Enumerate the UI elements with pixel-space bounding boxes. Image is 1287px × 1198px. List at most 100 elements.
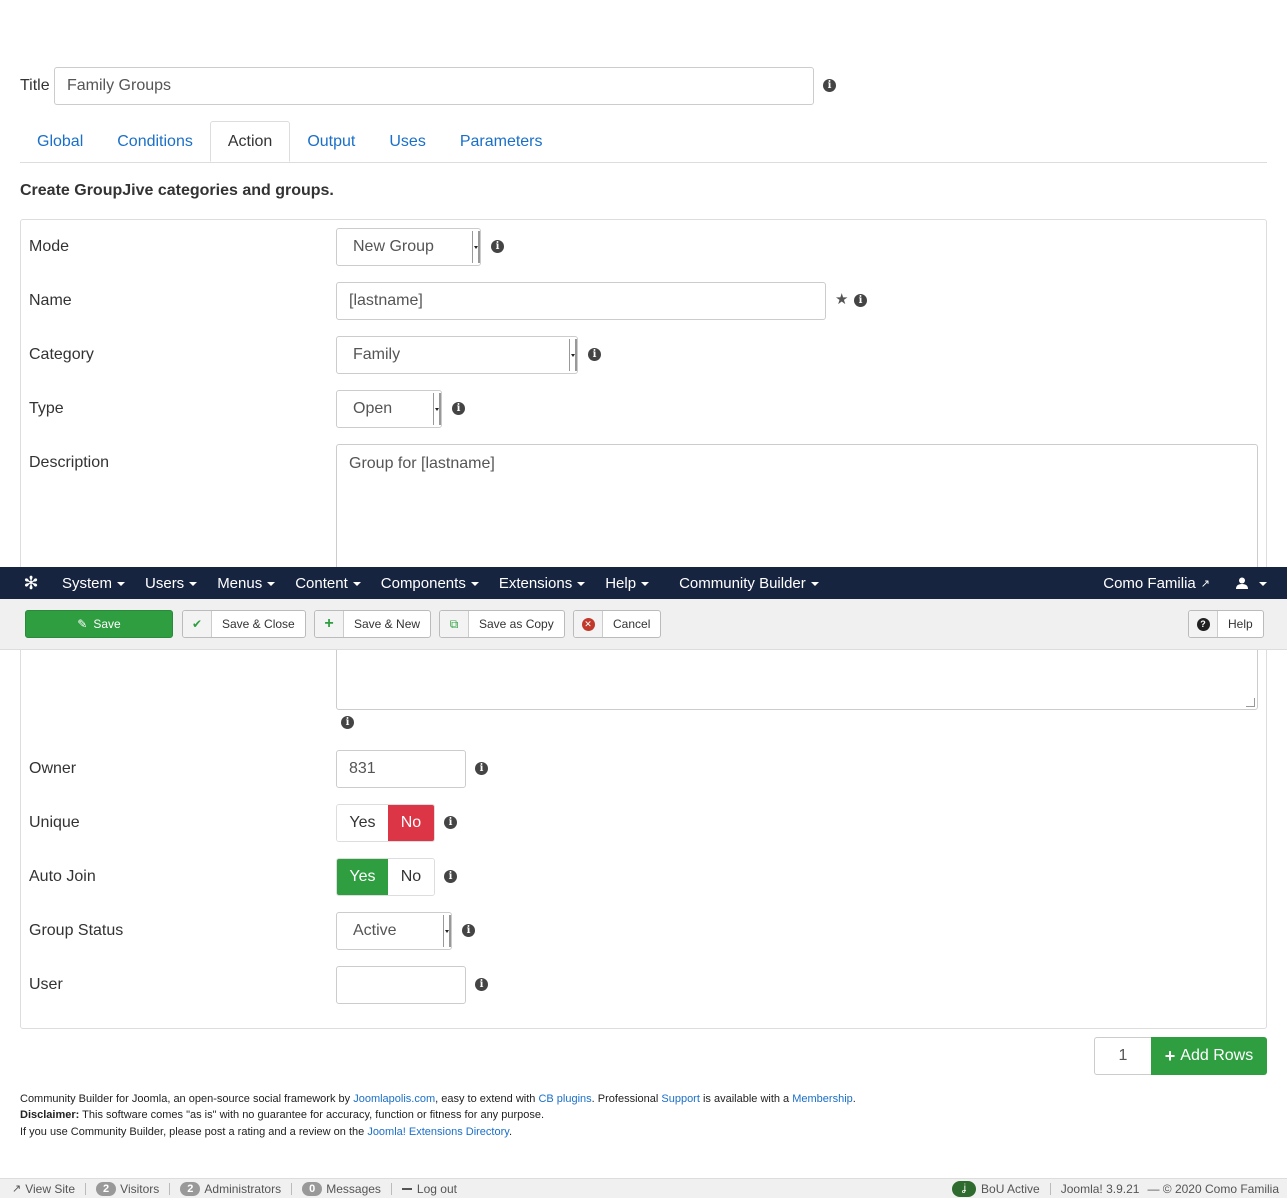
footer-text: .	[852, 1093, 856, 1105]
bou-status[interactable]: BoU Active	[981, 1182, 1040, 1196]
chevron-down-icon	[189, 582, 198, 586]
visitors-badge: 2	[96, 1181, 117, 1196]
category-select[interactable]: Family	[336, 336, 578, 374]
footer-text: If you use Community Builder, please pos…	[20, 1126, 368, 1138]
menu-community-builder[interactable]: Community Builder	[679, 575, 819, 592]
menu-components[interactable]: Components	[381, 575, 479, 592]
menu-system[interactable]: System	[62, 574, 126, 592]
tab-parameters[interactable]: Parameters	[443, 121, 560, 162]
section-heading: Create GroupJive categories and groups.	[20, 182, 334, 199]
resize-handle-icon[interactable]	[1246, 698, 1255, 707]
divider	[85, 1182, 87, 1195]
auto-join-toggle: Yes No	[336, 858, 435, 896]
messages-badge: 0	[302, 1181, 323, 1196]
owner-input[interactable]: 831	[336, 750, 466, 788]
save-new-button[interactable]: + Save & New	[314, 610, 432, 638]
bou-icon: ʝ	[952, 1180, 977, 1197]
auto-join-no-button[interactable]: No	[387, 859, 434, 895]
footer-text: is available with a	[699, 1093, 793, 1105]
title-input[interactable]: Family Groups	[54, 67, 814, 105]
chevron-down-icon	[569, 339, 577, 371]
info-icon[interactable]: i	[475, 978, 488, 991]
menu-extensions[interactable]: Extensions	[499, 575, 586, 592]
add-rows-button[interactable]: + Add Rows	[1151, 1037, 1267, 1075]
logout-link[interactable]: Log out	[417, 1182, 457, 1196]
name-input[interactable]: [lastname]	[336, 282, 826, 320]
footer-credits: Community Builder for Joomla, an open-so…	[20, 1093, 856, 1105]
description-textarea-value: Group for [lastname]	[349, 455, 495, 472]
admins-link[interactable]: Administrators	[204, 1182, 281, 1196]
title-input-value: Family Groups	[67, 77, 172, 94]
info-icon[interactable]: i	[588, 348, 601, 361]
chevron-down-icon	[470, 582, 479, 586]
chevron-down-icon	[443, 915, 451, 947]
star-icon[interactable]: ★	[835, 290, 848, 308]
menu-content[interactable]: Content	[295, 575, 361, 592]
chevron-down-icon	[577, 582, 586, 586]
footer-text: .	[508, 1126, 512, 1138]
unique-yes-button[interactable]: Yes	[337, 805, 388, 841]
chevron-down-icon	[433, 393, 441, 425]
menu-label: System	[62, 574, 113, 592]
check-icon: ✔	[183, 611, 212, 637]
user-input[interactable]	[336, 966, 466, 1004]
visitors-link[interactable]: Visitors	[120, 1182, 159, 1196]
unique-no-button[interactable]: No	[387, 805, 434, 841]
name-label: Name	[29, 292, 72, 309]
tabs-divider	[20, 162, 1267, 163]
external-link-icon: ↗	[1200, 577, 1210, 590]
save-close-button[interactable]: ✔ Save & Close	[182, 610, 306, 638]
tab-conditions[interactable]: Conditions	[100, 121, 210, 162]
menu-label: Community Builder	[679, 574, 806, 592]
support-link[interactable]: Support	[661, 1093, 700, 1105]
auto-join-yes-button[interactable]: Yes	[337, 859, 388, 895]
add-rows-count-input[interactable]: 1	[1094, 1037, 1152, 1075]
cb-plugins-link[interactable]: CB plugins	[538, 1093, 591, 1105]
group-status-select[interactable]: Active	[336, 912, 452, 950]
info-icon[interactable]: i	[341, 716, 354, 729]
info-icon[interactable]: i	[475, 762, 488, 775]
user-icon	[1236, 577, 1248, 589]
group-status-label: Group Status	[29, 922, 124, 939]
tab-output[interactable]: Output	[290, 121, 372, 162]
joomlapolis-link[interactable]: Joomlapolis.com	[353, 1093, 435, 1105]
question-icon: ?	[1189, 611, 1218, 637]
user-menu[interactable]	[1236, 577, 1267, 589]
tab-global[interactable]: Global	[20, 121, 100, 162]
divider	[1049, 1182, 1051, 1195]
tab-action[interactable]: Action	[209, 121, 291, 162]
menu-users[interactable]: Users	[145, 575, 198, 592]
user-label: User	[29, 976, 63, 993]
info-icon[interactable]: i	[444, 816, 457, 829]
membership-link[interactable]: Membership	[792, 1093, 853, 1105]
info-icon[interactable]: i	[444, 870, 457, 883]
info-icon[interactable]: i	[823, 79, 836, 92]
type-select[interactable]: Open	[336, 390, 442, 428]
mode-select[interactable]: New Group	[336, 228, 481, 266]
joomla-version: Joomla! 3.9.21	[1060, 1181, 1140, 1196]
save-button[interactable]: ✎ Save	[25, 610, 173, 638]
view-site-link[interactable]: View Site	[25, 1182, 75, 1196]
mode-label: Mode	[29, 238, 70, 255]
joomla-logo-icon[interactable]: ✻	[0, 573, 62, 594]
main-menu: System Users Menus Content Components Ex…	[62, 575, 819, 592]
jed-link[interactable]: Joomla! Extensions Directory	[367, 1126, 509, 1138]
tab-uses[interactable]: Uses	[372, 121, 442, 162]
cancel-button[interactable]: ✕ Cancel	[573, 610, 662, 638]
menu-help[interactable]: Help	[605, 575, 650, 592]
site-link[interactable]: Como Familia ↗	[1103, 575, 1210, 592]
info-icon[interactable]: i	[491, 240, 504, 253]
info-icon[interactable]: i	[462, 924, 475, 937]
chevron-down-icon	[267, 582, 276, 586]
menu-menus[interactable]: Menus	[217, 575, 276, 592]
info-icon[interactable]: i	[854, 294, 867, 307]
help-button[interactable]: ? Help	[1188, 610, 1264, 638]
cancel-icon: ✕	[574, 611, 603, 637]
category-label: Category	[29, 346, 94, 363]
messages-link[interactable]: Messages	[326, 1182, 381, 1196]
save-copy-button[interactable]: ⧉ Save as Copy	[439, 610, 565, 638]
disclaimer-text: This software comes "as is" with no guar…	[79, 1109, 545, 1121]
info-icon[interactable]: i	[452, 402, 465, 415]
chevron-down-icon	[641, 582, 650, 586]
owner-label: Owner	[29, 760, 77, 777]
